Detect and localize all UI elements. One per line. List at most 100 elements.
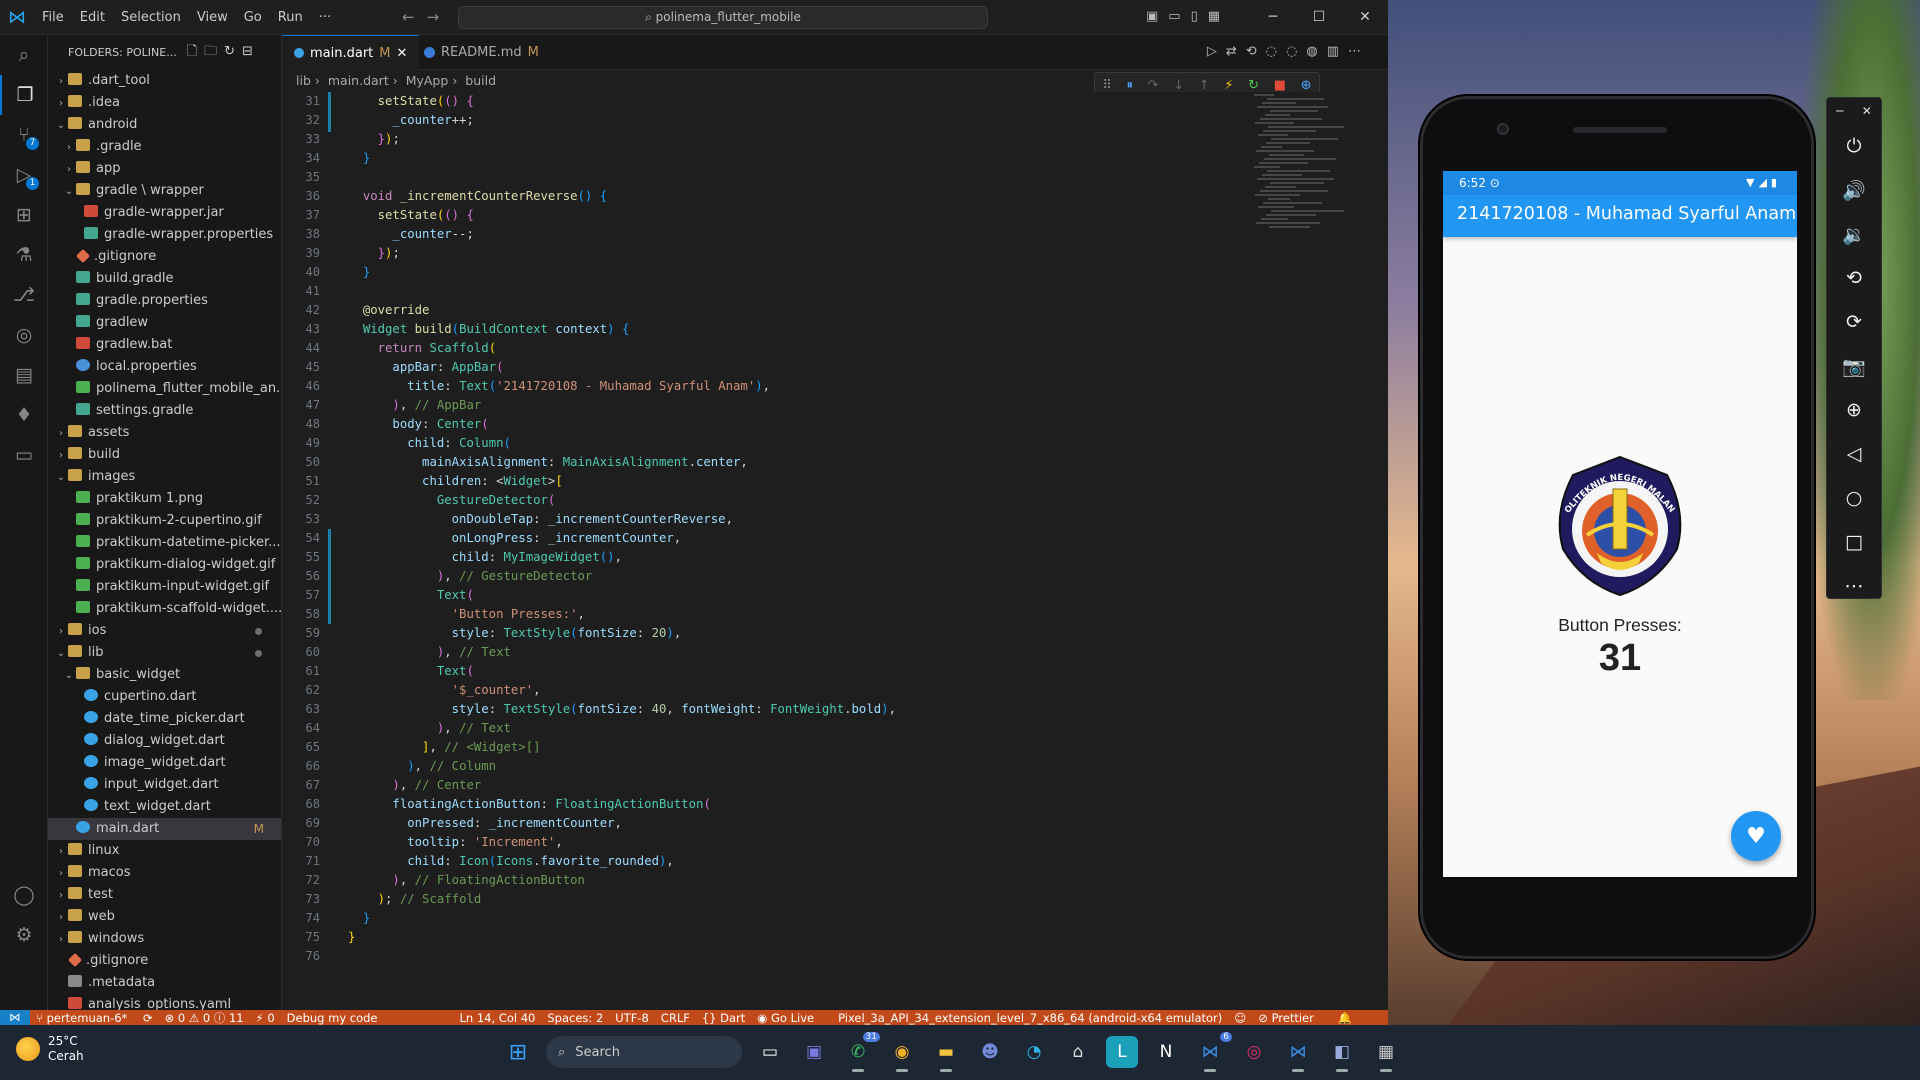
breadcrumb-item[interactable]: main.dart [328, 73, 389, 88]
file-item[interactable]: gradle-wrapper.jar [48, 202, 281, 224]
file-item[interactable]: image_widget.dart [48, 752, 281, 774]
store-icon[interactable]: ⌂ [1062, 1036, 1094, 1068]
folder-item[interactable]: › build [48, 444, 281, 466]
testing-icon[interactable]: ⚗ [0, 235, 48, 275]
edge-icon[interactable]: ◔ [1018, 1036, 1050, 1068]
close-tab-icon[interactable]: ✕ [397, 36, 408, 71]
folder-item[interactable]: › web [48, 906, 281, 928]
folder-item[interactable]: › assets [48, 422, 281, 444]
file-item[interactable]: settings.gradle [48, 400, 281, 422]
extensions-icon[interactable]: ⊞ [0, 195, 48, 235]
menu-item[interactable]: Go [236, 10, 270, 25]
folder-item[interactable]: › .idea [48, 92, 281, 114]
favorite-fab-button[interactable]: ♥ [1731, 811, 1781, 861]
drag-handle-icon[interactable]: ⠿ [1102, 78, 1112, 93]
menu-item[interactable]: Selection [113, 10, 189, 25]
home-icon[interactable]: ○ [1827, 476, 1881, 520]
nav-arrows[interactable]: ←→ [402, 8, 451, 26]
file-item[interactable]: build.gradle [48, 268, 281, 290]
git-graph-icon[interactable]: ⎇ [0, 275, 48, 315]
file-item[interactable]: gradlew.bat [48, 334, 281, 356]
folder-item[interactable]: ⌄ gradle \ wrapper [48, 180, 281, 202]
maximize-button[interactable]: ☐ [1296, 0, 1342, 35]
file-item[interactable]: praktikum-2-cupertino.gif [48, 510, 281, 532]
notifications-icon[interactable]: 🔔 [1338, 1011, 1352, 1025]
file-item[interactable]: date_time_picker.dart [48, 708, 281, 730]
tab-main-dart[interactable]: main.dart M ✕ [282, 35, 420, 71]
branch-status[interactable]: ⑂ pertemuan-6* ⟳ [36, 1011, 153, 1025]
folder-item[interactable]: › ios [48, 620, 281, 642]
settings-gear-icon[interactable]: ⚙ [0, 915, 48, 955]
folder-item[interactable]: › app [48, 158, 281, 180]
zoom-icon[interactable]: ⊕ [1827, 388, 1881, 432]
volume-down-icon[interactable]: 🔉 [1827, 212, 1881, 256]
file-explorer-icon[interactable]: ▬ [930, 1036, 962, 1072]
whatsapp-icon[interactable]: ✆ 31 [842, 1032, 880, 1072]
vscode-taskbar-icon[interactable]: ⋈ 6 [1194, 1032, 1232, 1072]
cursor-position[interactable]: Ln 14, Col 40 [460, 1011, 536, 1025]
device-screen[interactable]: 6:52 ⊙ ▼◢▮ 2141720108 - Muhamad Syarful … [1443, 171, 1797, 877]
remote-explorer-icon[interactable]: ◎ [0, 315, 48, 355]
file-item[interactable]: praktikum-datetime-picker... [48, 532, 281, 554]
account-icon[interactable]: ◯ [0, 875, 48, 915]
file-item[interactable]: .gitignore [48, 246, 281, 268]
folder-item[interactable]: ⌄ lib [48, 642, 281, 664]
step-into-icon[interactable]: ↓ [1173, 78, 1184, 93]
folder-item[interactable]: › test [48, 884, 281, 906]
file-item[interactable]: local.properties [48, 356, 281, 378]
file-item[interactable]: dialog_widget.dart [48, 730, 281, 752]
weather-widget[interactable]: 25°C Cerah [16, 1034, 84, 1064]
breadcrumb-item[interactable]: build [465, 73, 496, 88]
start-icon[interactable]: ⊞ [502, 1036, 534, 1068]
task-view-icon[interactable]: ▭ [754, 1036, 786, 1068]
step-over-icon[interactable]: ↷ [1148, 78, 1159, 93]
folder-item[interactable]: › macos [48, 862, 281, 884]
emulator-minimize-icon[interactable]: ─ [1836, 104, 1843, 118]
layout-icons[interactable]: ▣▭▯▦ [1146, 9, 1230, 24]
emulator-taskbar-icon[interactable]: ▦ [1370, 1036, 1402, 1072]
menu-item[interactable]: ··· [311, 10, 339, 25]
explorer-icon[interactable]: ❐ [0, 75, 48, 115]
explorer-actions[interactable]: 🗋🗀↻⊟ [187, 42, 260, 64]
file-item[interactable]: main.dart M [48, 818, 281, 840]
breadcrumb-item[interactable]: lib [296, 73, 311, 88]
discord-icon[interactable]: ☻ [974, 1036, 1006, 1068]
instagram-icon[interactable]: ◎ [1238, 1036, 1270, 1068]
problems-status[interactable]: ⊗ 0 ⚠ 0 ⓘ 11 [165, 1010, 244, 1026]
emulator-close-icon[interactable]: ✕ [1862, 104, 1872, 118]
folder-item[interactable]: › .gradle [48, 136, 281, 158]
folder-item[interactable]: ⌄ basic_widget [48, 664, 281, 686]
docker-icon[interactable]: ▤ [0, 355, 48, 395]
polinema-logo[interactable]: POLITEKNIK NEGERI MALANG [1547, 453, 1693, 599]
run-debug-icon[interactable]: ▷ 1 [0, 155, 48, 195]
folder-item[interactable]: ⌄ images [48, 466, 281, 488]
android-studio-icon[interactable]: ◧ [1326, 1036, 1358, 1072]
stop-icon[interactable]: ■ [1274, 78, 1286, 93]
l-app-icon[interactable]: L [1106, 1036, 1138, 1068]
breadcrumb-item[interactable]: MyApp [406, 73, 449, 88]
screenshot-icon[interactable]: 📷 [1827, 344, 1881, 388]
debug-status[interactable]: Debug my code [287, 1011, 378, 1025]
restart-icon[interactable]: ↻ [1248, 78, 1259, 93]
file-item[interactable]: text_widget.dart [48, 796, 281, 818]
file-item[interactable]: gradlew [48, 312, 281, 334]
file-item[interactable]: gradle.properties [48, 290, 281, 312]
file-item[interactable]: .metadata [48, 972, 281, 994]
back-icon[interactable]: ◁ [1827, 432, 1881, 476]
file-item[interactable]: cupertino.dart [48, 686, 281, 708]
file-item[interactable]: praktikum-scaffold-widget.... [48, 598, 281, 620]
file-item[interactable]: input_widget.dart [48, 774, 281, 796]
rotate-right-icon[interactable]: ⟳ [1827, 300, 1881, 344]
encoding-status[interactable]: UTF-8 [615, 1011, 649, 1025]
ports-status[interactable]: ⚡ 0 [256, 1011, 275, 1025]
more-options-icon[interactable]: ⋯ [1827, 564, 1881, 608]
file-item[interactable]: gradle-wrapper.properties [48, 224, 281, 246]
search-icon[interactable]: ⌕ [0, 35, 48, 75]
file-item[interactable]: praktikum 1.png [48, 488, 281, 510]
taskbar-search[interactable]: ⌕ Search [546, 1036, 742, 1068]
folder-item[interactable]: › .dart_tool [48, 70, 281, 92]
menu-item[interactable]: File [34, 10, 72, 25]
remote-icon[interactable]: ⋈ [0, 1010, 30, 1025]
chat-icon[interactable]: ▭ [0, 435, 48, 475]
file-item[interactable]: praktikum-dialog-widget.gif [48, 554, 281, 576]
